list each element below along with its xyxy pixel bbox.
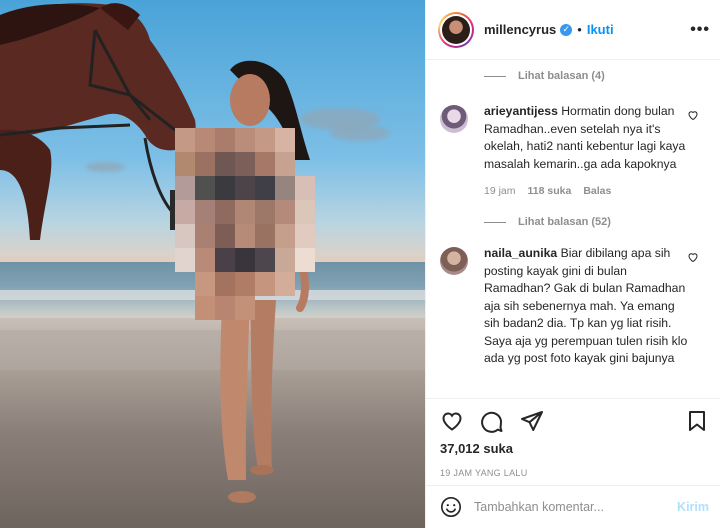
censor-pixelation bbox=[175, 128, 315, 320]
author-username[interactable]: millencyrus bbox=[484, 22, 556, 37]
like-heart-icon[interactable] bbox=[440, 409, 464, 433]
comments-list[interactable]: Lihat balasan (4) arieyantijess Hormatin… bbox=[426, 60, 720, 398]
separator-dot: • bbox=[577, 22, 582, 37]
like-comment-heart-icon[interactable] bbox=[687, 251, 699, 263]
commenter-avatar[interactable] bbox=[440, 247, 468, 275]
emoji-icon[interactable] bbox=[440, 496, 462, 518]
view-replies-link[interactable]: Lihat balasan (52) bbox=[426, 207, 720, 237]
comment-input[interactable] bbox=[474, 500, 664, 514]
reply-button[interactable]: Balas bbox=[583, 185, 611, 197]
commenter-username[interactable]: arieyantijess bbox=[484, 104, 558, 118]
comment-composer: Kirim bbox=[426, 485, 720, 528]
post-timestamp[interactable]: 19 JAM YANG LALU bbox=[426, 468, 720, 478]
commenter-avatar[interactable] bbox=[440, 105, 468, 133]
comment-item: naila_aunika Biar dibilang apa sih posti… bbox=[426, 245, 720, 368]
comment-meta: 19 jam 118 suka Balas bbox=[484, 185, 720, 197]
comment-text: Biar dibilang apa sih posting kayak gini… bbox=[484, 246, 688, 365]
share-paper-plane-icon[interactable] bbox=[520, 409, 544, 433]
commenter-username[interactable]: naila_aunika bbox=[484, 246, 557, 260]
more-options-icon[interactable]: ••• bbox=[690, 21, 710, 39]
view-replies-link[interactable]: Lihat balasan (4) bbox=[426, 61, 720, 91]
post-side-panel: millencyrus ✓ • Ikuti ••• Lihat balasan … bbox=[425, 0, 720, 528]
avatar[interactable] bbox=[438, 11, 474, 48]
post-header: millencyrus ✓ • Ikuti ••• bbox=[426, 0, 720, 60]
comment-item: arieyantijess Hormatin dong bulan Ramadh… bbox=[426, 103, 720, 173]
comment-time: 19 jam bbox=[484, 185, 516, 197]
comment-likes[interactable]: 118 suka bbox=[528, 185, 572, 197]
post-actions: 37,012 suka 19 JAM YANG LALU bbox=[426, 398, 720, 478]
post-comment-button[interactable]: Kirim bbox=[677, 500, 709, 514]
likes-count[interactable]: 37,012 suka bbox=[426, 441, 720, 456]
comment-bubble-icon[interactable] bbox=[480, 409, 504, 433]
like-comment-heart-icon[interactable] bbox=[687, 109, 699, 121]
follow-button[interactable]: Ikuti bbox=[587, 22, 614, 37]
bookmark-icon[interactable] bbox=[685, 409, 709, 433]
post-photo[interactable] bbox=[0, 0, 425, 528]
verified-badge-icon: ✓ bbox=[560, 23, 573, 36]
